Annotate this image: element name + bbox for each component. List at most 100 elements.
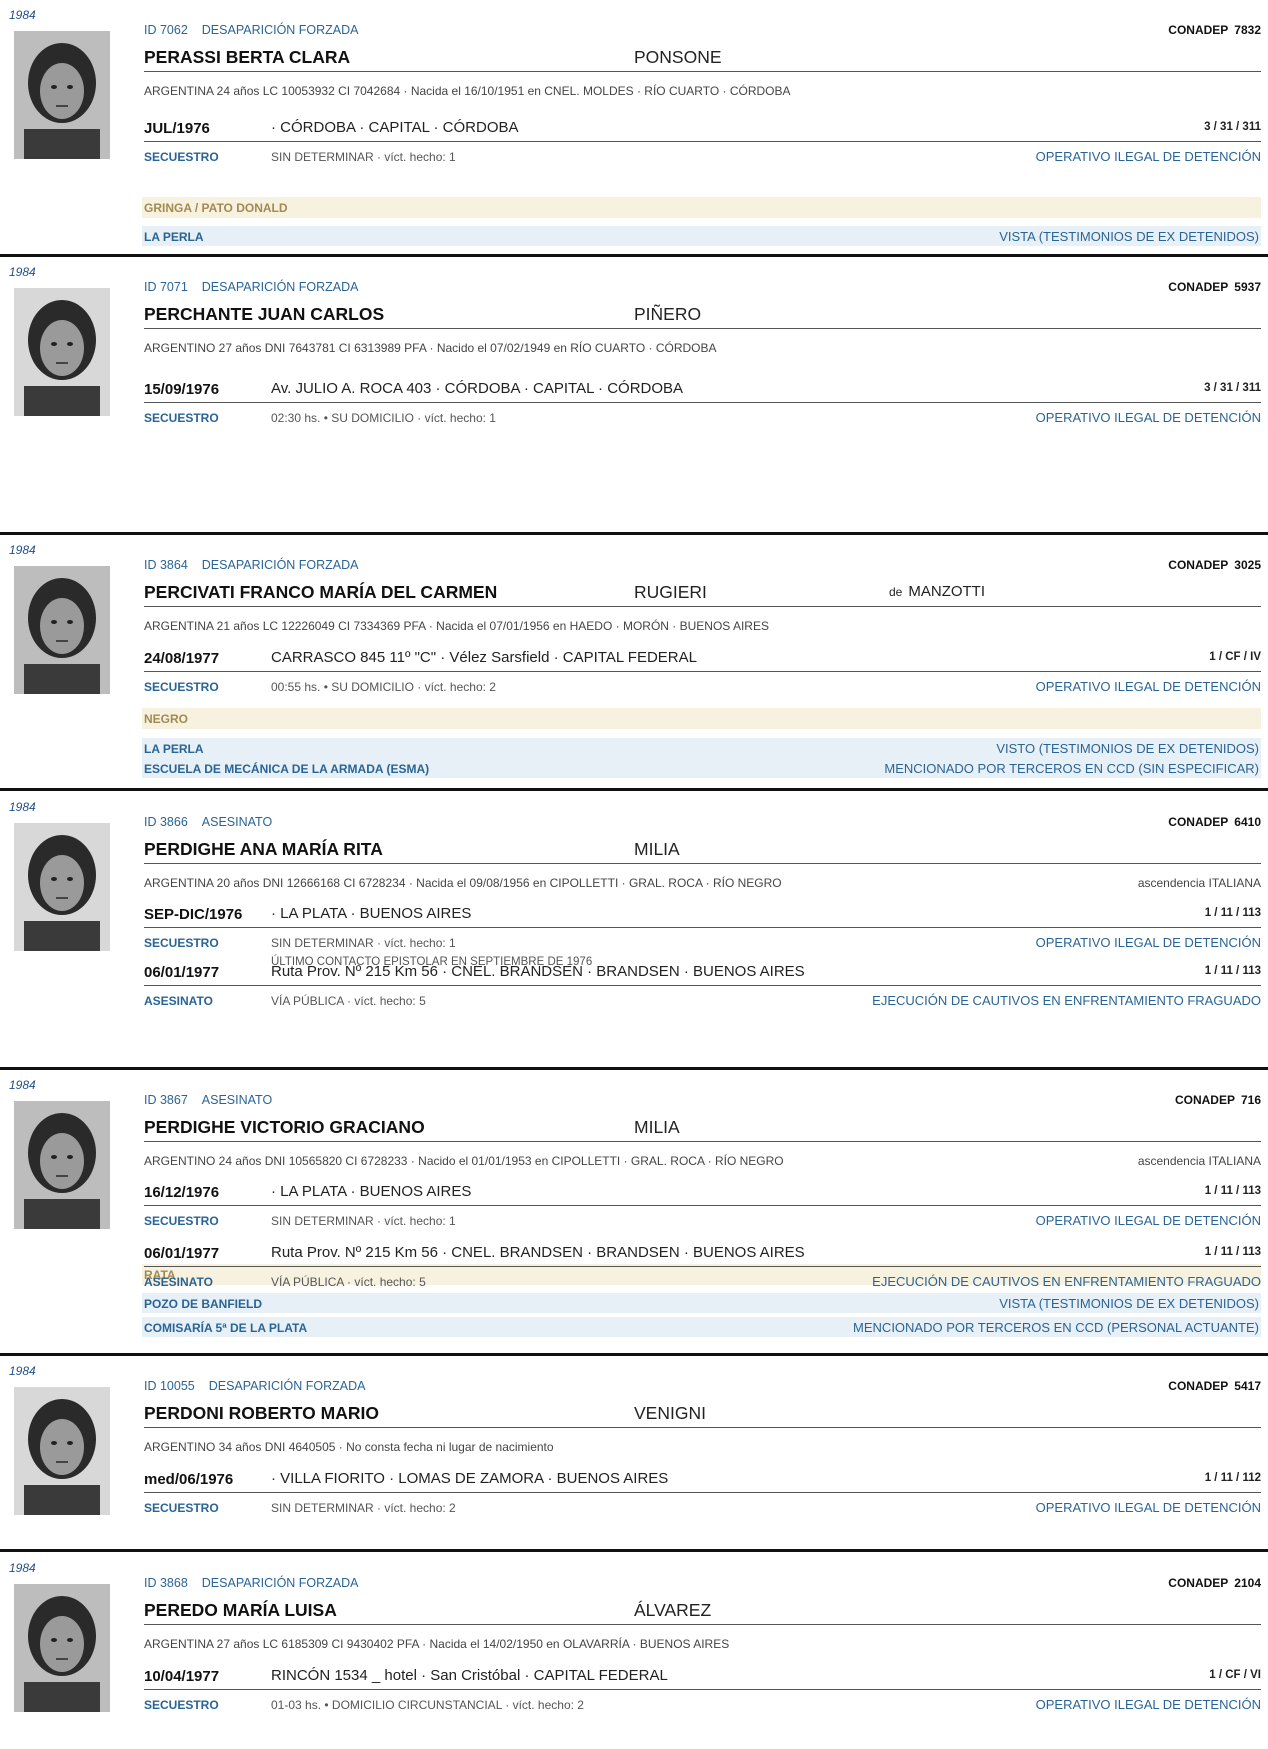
mother-surname: PIÑERO — [634, 304, 702, 324]
record-id-line: ID 3867 ASESINATO — [144, 1093, 272, 1107]
victim-name: PERDONI ROBERTO MARIO — [144, 1403, 379, 1423]
conadep-ref: CONADEP 5417 — [1168, 1379, 1261, 1393]
conadep-ref: CONADEP 6410 — [1168, 815, 1261, 829]
detention-center-status: VISTA (TESTIMONIOS DE EX DETENIDOS) — [999, 229, 1259, 244]
record-id: ID 7062 — [144, 23, 188, 37]
mother-surname: PONSONE — [634, 47, 722, 67]
conadep-label: CONADEP — [1168, 815, 1229, 829]
detention-center-row: POZO DE BANFIELD VISTA (TESTIMONIOS DE EX… — [142, 1293, 1261, 1313]
event-place: RINCÓN 1534 _ hotel · San Cristóbal · CA… — [271, 1667, 668, 1684]
detention-center-name: POZO DE BANFIELD — [144, 1297, 263, 1311]
record-category: ASESINATO — [201, 815, 273, 829]
event-place: · LA PLATA · BUENOS AIRES — [271, 1183, 472, 1200]
name-line: PEREDO MARÍA LUISA ÁLVAREZ — [144, 1600, 1261, 1625]
event-detail: SIN DETERMINAR · víct. hecho: 1 — [271, 1214, 456, 1228]
spouse-name: MANZOTTI — [908, 583, 986, 600]
event-operation: OPERATIVO ILEGAL DE DETENCIÓN — [1035, 1213, 1261, 1228]
detention-center-row: COMISARÍA 5ª DE LA PLATA MENCIONADO POR T… — [142, 1317, 1261, 1337]
event-detail: 01-03 hs. • DOMICILIO CIRCUNSTANCIAL · v… — [271, 1698, 584, 1712]
record-id: ID 10055 — [144, 1379, 195, 1393]
event-place: CARRASCO 845 11º "C" · Vélez Sarsfield ·… — [271, 649, 697, 666]
record-id-line: ID 3866 ASESINATO — [144, 815, 272, 829]
event-code: 1 / 11 / 113 — [1204, 965, 1261, 977]
event-detail: SIN DETERMINAR · víct. hecho: 1 — [271, 936, 456, 950]
personal-details: ARGENTINO 34 años DNI 4640505 · No const… — [144, 1440, 554, 1454]
conadep-number: 7832 — [1234, 23, 1261, 37]
event-header: 16/12/1976 · LA PLATA · BUENOS AIRES 1 / 1… — [144, 1182, 1261, 1206]
event-header: SEP-DIC/1976 · LA PLATA · BUENOS AIRES 1 /… — [144, 904, 1261, 928]
detention-centers: POZO DE BANFIELD VISTA (TESTIMONIOS DE EX… — [142, 1293, 1261, 1313]
event-header: 24/08/1977 CARRASCO 845 11º "C" · Vélez S… — [144, 648, 1261, 672]
event-type: SECUESTRO — [144, 1214, 219, 1228]
mother-surname: RUGIERI — [634, 582, 707, 602]
record-separator — [0, 1353, 1268, 1356]
record-id: ID 3868 — [144, 1576, 188, 1590]
record-year: 1984 — [9, 265, 36, 279]
event-operation: OPERATIVO ILEGAL DE DETENCIÓN — [1035, 935, 1261, 950]
name-line: PERDIGHE VICTORIO GRACIANO MILIA — [144, 1117, 1261, 1142]
event-place: · VILLA FIORITO · LOMAS DE ZAMORA · BUEN… — [271, 1470, 669, 1487]
event-type: SECUESTRO — [144, 680, 219, 694]
event-operation: OPERATIVO ILEGAL DE DETENCIÓN — [1035, 1500, 1261, 1515]
event-code: 1 / 11 / 113 — [1204, 1185, 1261, 1197]
conadep-ref: CONADEP 716 — [1175, 1093, 1261, 1107]
mother-surname: MILIA — [634, 1117, 680, 1137]
record-separator — [0, 788, 1268, 791]
conadep-label: CONADEP — [1168, 280, 1229, 294]
event-code: 1 / 11 / 112 — [1204, 1472, 1261, 1484]
event-code: 1 / 11 / 113 — [1204, 907, 1261, 919]
record-id-line: ID 7071 DESAPARICIÓN FORZADA — [144, 280, 359, 294]
conadep-label: CONADEP — [1168, 1576, 1229, 1590]
event-operation: OPERATIVO ILEGAL DE DETENCIÓN — [1035, 410, 1261, 425]
event-date: 16/12/1976 — [144, 1184, 220, 1201]
conadep-ref: CONADEP 2104 — [1168, 1576, 1261, 1590]
detention-centers: COMISARÍA 5ª DE LA PLATA MENCIONADO POR T… — [142, 1317, 1261, 1337]
alias-bar: NEGRO — [142, 708, 1261, 729]
conadep-ref: CONADEP 7832 — [1168, 23, 1261, 37]
mother-surname: ÁLVAREZ — [634, 1600, 712, 1620]
event-header: 10/04/1977 RINCÓN 1534 _ hotel · San Cris… — [144, 1666, 1261, 1690]
event-date: med/06/1976 — [144, 1471, 234, 1488]
record-id-line: ID 3864 DESAPARICIÓN FORZADA — [144, 558, 359, 572]
event-type: ASESINATO — [144, 994, 213, 1008]
record-separator — [0, 532, 1268, 535]
record-year: 1984 — [9, 8, 36, 22]
event-detail: 00:55 hs. • SU DOMICILIO · víct. hecho: … — [271, 680, 496, 694]
record-id: ID 3864 — [144, 558, 188, 572]
event-detail: 02:30 hs. • SU DOMICILIO · víct. hecho: … — [271, 411, 496, 425]
mother-surname: VENIGNI — [634, 1403, 706, 1423]
event-operation: OPERATIVO ILEGAL DE DETENCIÓN — [1035, 149, 1261, 164]
record-separator — [0, 254, 1268, 257]
victim-photo — [14, 1101, 110, 1229]
conadep-number: 6410 — [1234, 815, 1261, 829]
victim-photo — [14, 823, 110, 951]
event-place: · CÓRDOBA · CAPITAL · CÓRDOBA — [271, 119, 519, 136]
spouse-prefix: de — [889, 585, 903, 599]
conadep-ref: CONADEP 5937 — [1168, 280, 1261, 294]
detention-center-name: LA PERLA — [144, 742, 204, 756]
event-detail: SIN DETERMINAR · víct. hecho: 2 — [271, 1501, 456, 1515]
record-id: ID 7071 — [144, 280, 188, 294]
event-type: SECUESTRO — [144, 411, 219, 425]
conadep-number: 3025 — [1234, 558, 1261, 572]
event-detail: VÍA PÚBLICA · víct. hecho: 5 — [271, 994, 426, 1008]
event-header: 06/01/1977 Ruta Prov. Nº 215 Km 56 · CNEL… — [144, 1243, 1261, 1267]
name-line: PERDONI ROBERTO MARIO VENIGNI — [144, 1403, 1261, 1428]
victim-photo — [14, 1584, 110, 1712]
spouse-surname: de MANZOTTI — [889, 583, 985, 600]
detention-center-status: MENCIONADO POR TERCEROS EN CCD (PERSONAL… — [853, 1320, 1259, 1335]
event-header: JUL/1976 · CÓRDOBA · CAPITAL · CÓRDOBA 3 /… — [144, 118, 1261, 142]
event-place: Ruta Prov. Nº 215 Km 56 · CNEL. BRANDSEN… — [271, 1244, 805, 1261]
name-line: PERCHANTE JUAN CARLOS PIÑERO — [144, 304, 1261, 329]
detention-center-name: COMISARÍA 5ª DE LA PLATA — [144, 1321, 308, 1335]
event-code: 1 / CF / VI — [1209, 1669, 1261, 1681]
event-date: 06/01/1977 — [144, 964, 220, 981]
ancestry: ascendencia ITALIANA — [1137, 1154, 1261, 1168]
record-category: DESAPARICIÓN FORZADA — [201, 23, 359, 37]
conadep-number: 5937 — [1234, 280, 1261, 294]
name-line: PERASSI BERTA CLARA PONSONE — [144, 47, 1261, 72]
conadep-label: CONADEP — [1168, 1379, 1229, 1393]
event-operation: EJECUCIÓN DE CAUTIVOS EN ENFRENTAMIENTO … — [872, 993, 1261, 1008]
event-detail: VÍA PÚBLICA · víct. hecho: 5 — [271, 1275, 426, 1289]
victim-photo — [14, 288, 110, 416]
